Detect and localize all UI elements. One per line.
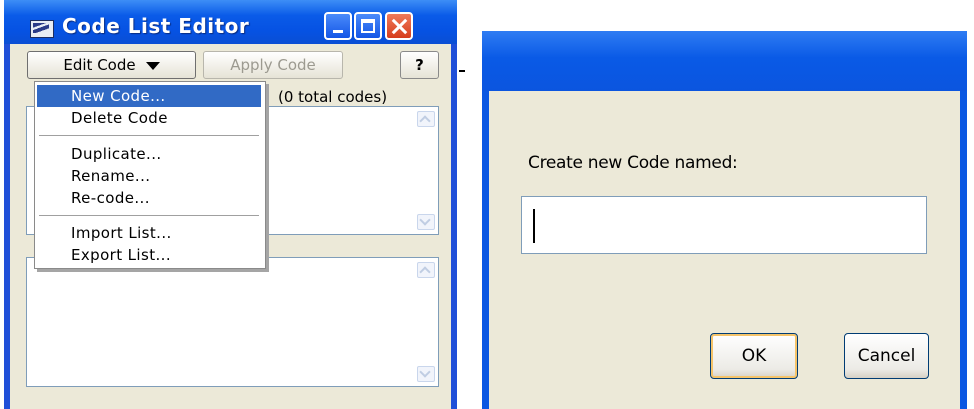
menu-item-rename[interactable]: Rename... — [37, 165, 261, 187]
edit-code-menu: New Code... Delete Code Duplicate... Ren… — [34, 81, 266, 269]
apply-code-button[interactable]: Apply Code — [203, 51, 343, 79]
ok-button[interactable]: OK — [710, 333, 798, 379]
help-button[interactable]: ? — [400, 51, 439, 79]
text-cursor — [533, 209, 535, 243]
close-icon[interactable] — [385, 12, 413, 40]
code-list-editor-window: Code List Editor Edit Code Apply Code ? … — [4, 0, 457, 409]
menu-item-delete-code[interactable]: Delete Code — [37, 107, 261, 129]
code-count-label: (0 total codes) — [278, 88, 388, 106]
menu-item-recode[interactable]: Re-code... — [37, 187, 261, 209]
code-name-input[interactable] — [521, 196, 927, 254]
edit-code-button[interactable]: Edit Code — [27, 51, 196, 79]
dialog-prompt: Create new Code named: — [528, 153, 738, 173]
maximize-icon[interactable] — [354, 12, 382, 40]
scroll-down-icon[interactable] — [417, 366, 435, 382]
code-detail-list[interactable] — [26, 257, 439, 387]
scroll-up-icon[interactable] — [417, 111, 435, 127]
edit-code-label: Edit Code — [63, 56, 136, 74]
menu-separator — [39, 135, 259, 137]
scroll-down-icon[interactable] — [417, 214, 435, 230]
menu-item-export-list[interactable]: Export List... — [37, 244, 261, 266]
menu-item-duplicate[interactable]: Duplicate... — [37, 143, 261, 165]
title-bar[interactable]: Code List Editor — [4, 0, 457, 44]
new-code-dialog: Create new Code named: OK Cancel — [482, 31, 967, 409]
dialog-title-bar[interactable] — [482, 31, 967, 91]
menu-separator — [39, 215, 259, 217]
scroll-up-icon[interactable] — [417, 262, 435, 278]
cancel-button[interactable]: Cancel — [844, 333, 929, 379]
minimize-icon[interactable] — [324, 12, 352, 40]
menu-item-import-list[interactable]: Import List... — [37, 222, 261, 244]
app-icon — [30, 20, 54, 38]
chevron-down-icon — [145, 61, 160, 70]
window-title: Code List Editor — [62, 14, 250, 38]
menu-item-new-code[interactable]: New Code... — [37, 85, 261, 107]
background-fragment — [459, 70, 465, 72]
